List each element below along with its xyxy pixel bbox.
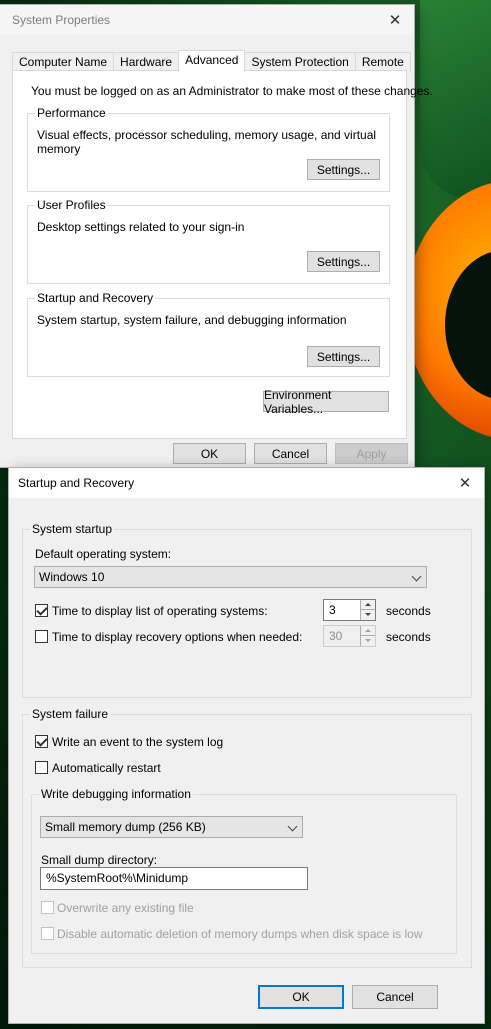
auto-restart-checkbox[interactable] — [35, 761, 48, 774]
user-profiles-label: User Profiles — [35, 198, 108, 212]
startup-recovery-window: Startup and Recovery ✕ System startup De… — [9, 468, 484, 1023]
system-properties-window: System Properties ✕ Computer Name Hardwa… — [0, 5, 433, 467]
spin-down-icon[interactable] — [360, 636, 375, 646]
disable-delete-label: Disable automatic deletion of memory dum… — [57, 927, 423, 941]
system-failure-group: System failure Write an event to the sys… — [22, 707, 472, 968]
spin-up-icon[interactable] — [360, 626, 375, 636]
startup-recovery-settings-button[interactable]: Settings... — [307, 346, 380, 367]
startup-recovery-group: Startup and Recovery System startup, sys… — [27, 291, 390, 377]
tab-hardware[interactable]: Hardware — [113, 52, 180, 72]
time-list-value: 3 — [329, 603, 336, 617]
performance-description: Visual effects, processor scheduling, me… — [37, 128, 377, 156]
overwrite-label: Overwrite any existing file — [57, 901, 194, 915]
default-os-dropdown[interactable]: Windows 10 — [34, 566, 427, 588]
cancel-button[interactable]: Cancel — [352, 985, 438, 1009]
debug-info-label: Write debugging information — [39, 787, 193, 801]
chevron-down-icon — [287, 821, 298, 832]
tab-remote[interactable]: Remote — [354, 52, 411, 72]
ok-button[interactable]: OK — [173, 443, 246, 464]
startup-recovery-titlebar[interactable]: Startup and Recovery ✕ — [9, 468, 484, 498]
system-properties-titlebar[interactable]: System Properties ✕ — [0, 5, 414, 35]
performance-group: Performance Visual effects, processor sc… — [27, 106, 390, 192]
performance-settings-button[interactable]: Settings... — [307, 159, 380, 180]
dump-dir-input[interactable]: %SystemRoot%\Minidump — [40, 867, 308, 890]
environment-variables-button[interactable]: Environment Variables... — [263, 388, 389, 416]
tab-advanced[interactable]: Advanced — [178, 50, 246, 72]
time-list-label: Time to display list of operating system… — [52, 604, 268, 618]
tab-computer-name[interactable]: Computer Name — [12, 52, 115, 72]
ok-button[interactable]: OK — [258, 985, 344, 1009]
spin-up-icon[interactable] — [360, 600, 375, 610]
write-event-checkbox[interactable] — [35, 735, 48, 748]
time-list-spinner[interactable]: 3 — [323, 599, 376, 621]
time-list-checkbox[interactable] — [35, 604, 48, 617]
close-icon[interactable]: ✕ — [452, 470, 478, 496]
system-startup-label: System startup — [30, 522, 115, 536]
default-os-label: Default operating system: — [35, 547, 172, 561]
time-recovery-spinner[interactable]: 30 — [323, 625, 376, 647]
tab-system-protection[interactable]: System Protection — [244, 52, 356, 72]
advanced-tab-page: You must be logged on as an Administrato… — [12, 70, 433, 439]
time-list-seconds: seconds — [386, 604, 431, 618]
time-recovery-seconds: seconds — [386, 630, 431, 644]
overwrite-checkbox[interactable] — [41, 901, 54, 914]
startup-recovery-label: Startup and Recovery — [35, 291, 156, 305]
default-os-value: Windows 10 — [39, 570, 105, 584]
system-startup-group: System startup Default operating system:… — [22, 522, 472, 698]
time-recovery-label: Time to display recovery options when ne… — [52, 630, 303, 644]
startup-recovery-description: System startup, system failure, and debu… — [37, 313, 347, 327]
cancel-button[interactable]: Cancel — [254, 443, 327, 464]
disable-delete-checkbox[interactable] — [41, 927, 54, 940]
wallpaper-leaf — [420, 0, 491, 200]
window-title: System Properties — [12, 13, 111, 27]
user-profiles-settings-button[interactable]: Settings... — [307, 251, 380, 272]
spin-down-icon[interactable] — [360, 610, 375, 620]
tab-strip: Computer Name Hardware Advanced System P… — [12, 50, 411, 72]
time-recovery-checkbox[interactable] — [35, 630, 48, 643]
dump-type-value: Small memory dump (256 KB) — [45, 820, 206, 834]
dump-dir-label: Small dump directory: — [41, 853, 158, 867]
write-event-label: Write an event to the system log — [52, 735, 224, 749]
dialog-title: Startup and Recovery — [18, 476, 135, 490]
time-recovery-value: 30 — [329, 629, 343, 643]
auto-restart-label: Automatically restart — [52, 761, 161, 775]
user-profiles-group: User Profiles Desktop settings related t… — [27, 198, 390, 284]
debug-info-group: Write debugging information Small memory… — [31, 787, 457, 954]
system-failure-label: System failure — [30, 707, 111, 721]
dump-type-dropdown[interactable]: Small memory dump (256 KB) — [40, 816, 303, 838]
admin-note: You must be logged on as an Administrato… — [31, 84, 433, 98]
chevron-down-icon — [411, 571, 422, 582]
close-icon[interactable]: ✕ — [382, 7, 408, 33]
apply-button[interactable]: Apply — [335, 443, 408, 464]
user-profiles-description: Desktop settings related to your sign-in — [37, 220, 245, 234]
performance-label: Performance — [35, 106, 108, 120]
